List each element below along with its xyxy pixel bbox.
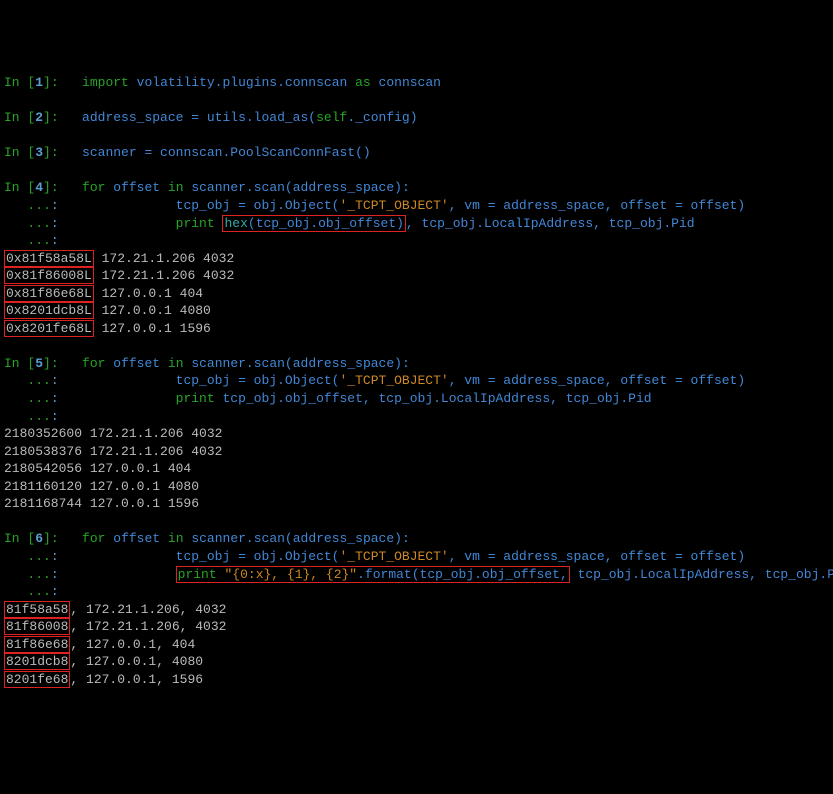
continuation-line: ...: print hex(tcp_obj.obj_offset), tcp_… [4,215,829,233]
output-line: 0x8201fe68L 127.0.0.1 1596 [4,320,829,338]
output-line: 2180542056 127.0.0.1 404 [4,460,829,478]
continuation-line: ...: tcp_obj = obj.Object('_TCPT_OBJECT'… [4,372,829,390]
output-line: 81f58a58, 172.21.1.206, 4032 [4,601,829,619]
output-line: 2181160120 127.0.0.1 4080 [4,478,829,496]
output-line: 8201fe68, 127.0.0.1, 1596 [4,671,829,689]
input-line: In [2]: address_space = utils.load_as(se… [4,109,829,127]
output-line: 81f86e68, 127.0.0.1, 404 [4,636,829,654]
input-line: In [1]: import volatility.plugins.connsc… [4,74,829,92]
input-line: In [5]: for offset in scanner.scan(addre… [4,355,829,373]
continuation-line: ...: tcp_obj = obj.Object('_TCPT_OBJECT'… [4,548,829,566]
continuation-line: ...: print tcp_obj.obj_offset, tcp_obj.L… [4,390,829,408]
continuation-line: ...: tcp_obj = obj.Object('_TCPT_OBJECT'… [4,197,829,215]
output-line: 8201dcb8, 127.0.0.1, 4080 [4,653,829,671]
output-line: 2180352600 172.21.1.206 4032 [4,425,829,443]
continuation-line: ...: [4,408,829,426]
continuation-line: ...: print "{0:x}, {1}, {2}".format(tcp_… [4,566,829,584]
output-line: 0x8201dcb8L 127.0.0.1 4080 [4,302,829,320]
output-line: 81f86008, 172.21.1.206, 4032 [4,618,829,636]
output-line: 0x81f86e68L 127.0.0.1 404 [4,285,829,303]
output-line: 2180538376 172.21.1.206 4032 [4,443,829,461]
continuation-line: ...: [4,232,829,250]
output-line: 0x81f58a58L 172.21.1.206 4032 [4,250,829,268]
ipython-terminal[interactable]: In [1]: import volatility.plugins.connsc… [4,74,829,706]
output-line: 2181168744 127.0.0.1 1596 [4,495,829,513]
input-line: In [3]: scanner = connscan.PoolScanConnF… [4,144,829,162]
continuation-line: ...: [4,583,829,601]
output-line: 0x81f86008L 172.21.1.206 4032 [4,267,829,285]
input-line: In [4]: for offset in scanner.scan(addre… [4,179,829,197]
input-line: In [6]: for offset in scanner.scan(addre… [4,530,829,548]
